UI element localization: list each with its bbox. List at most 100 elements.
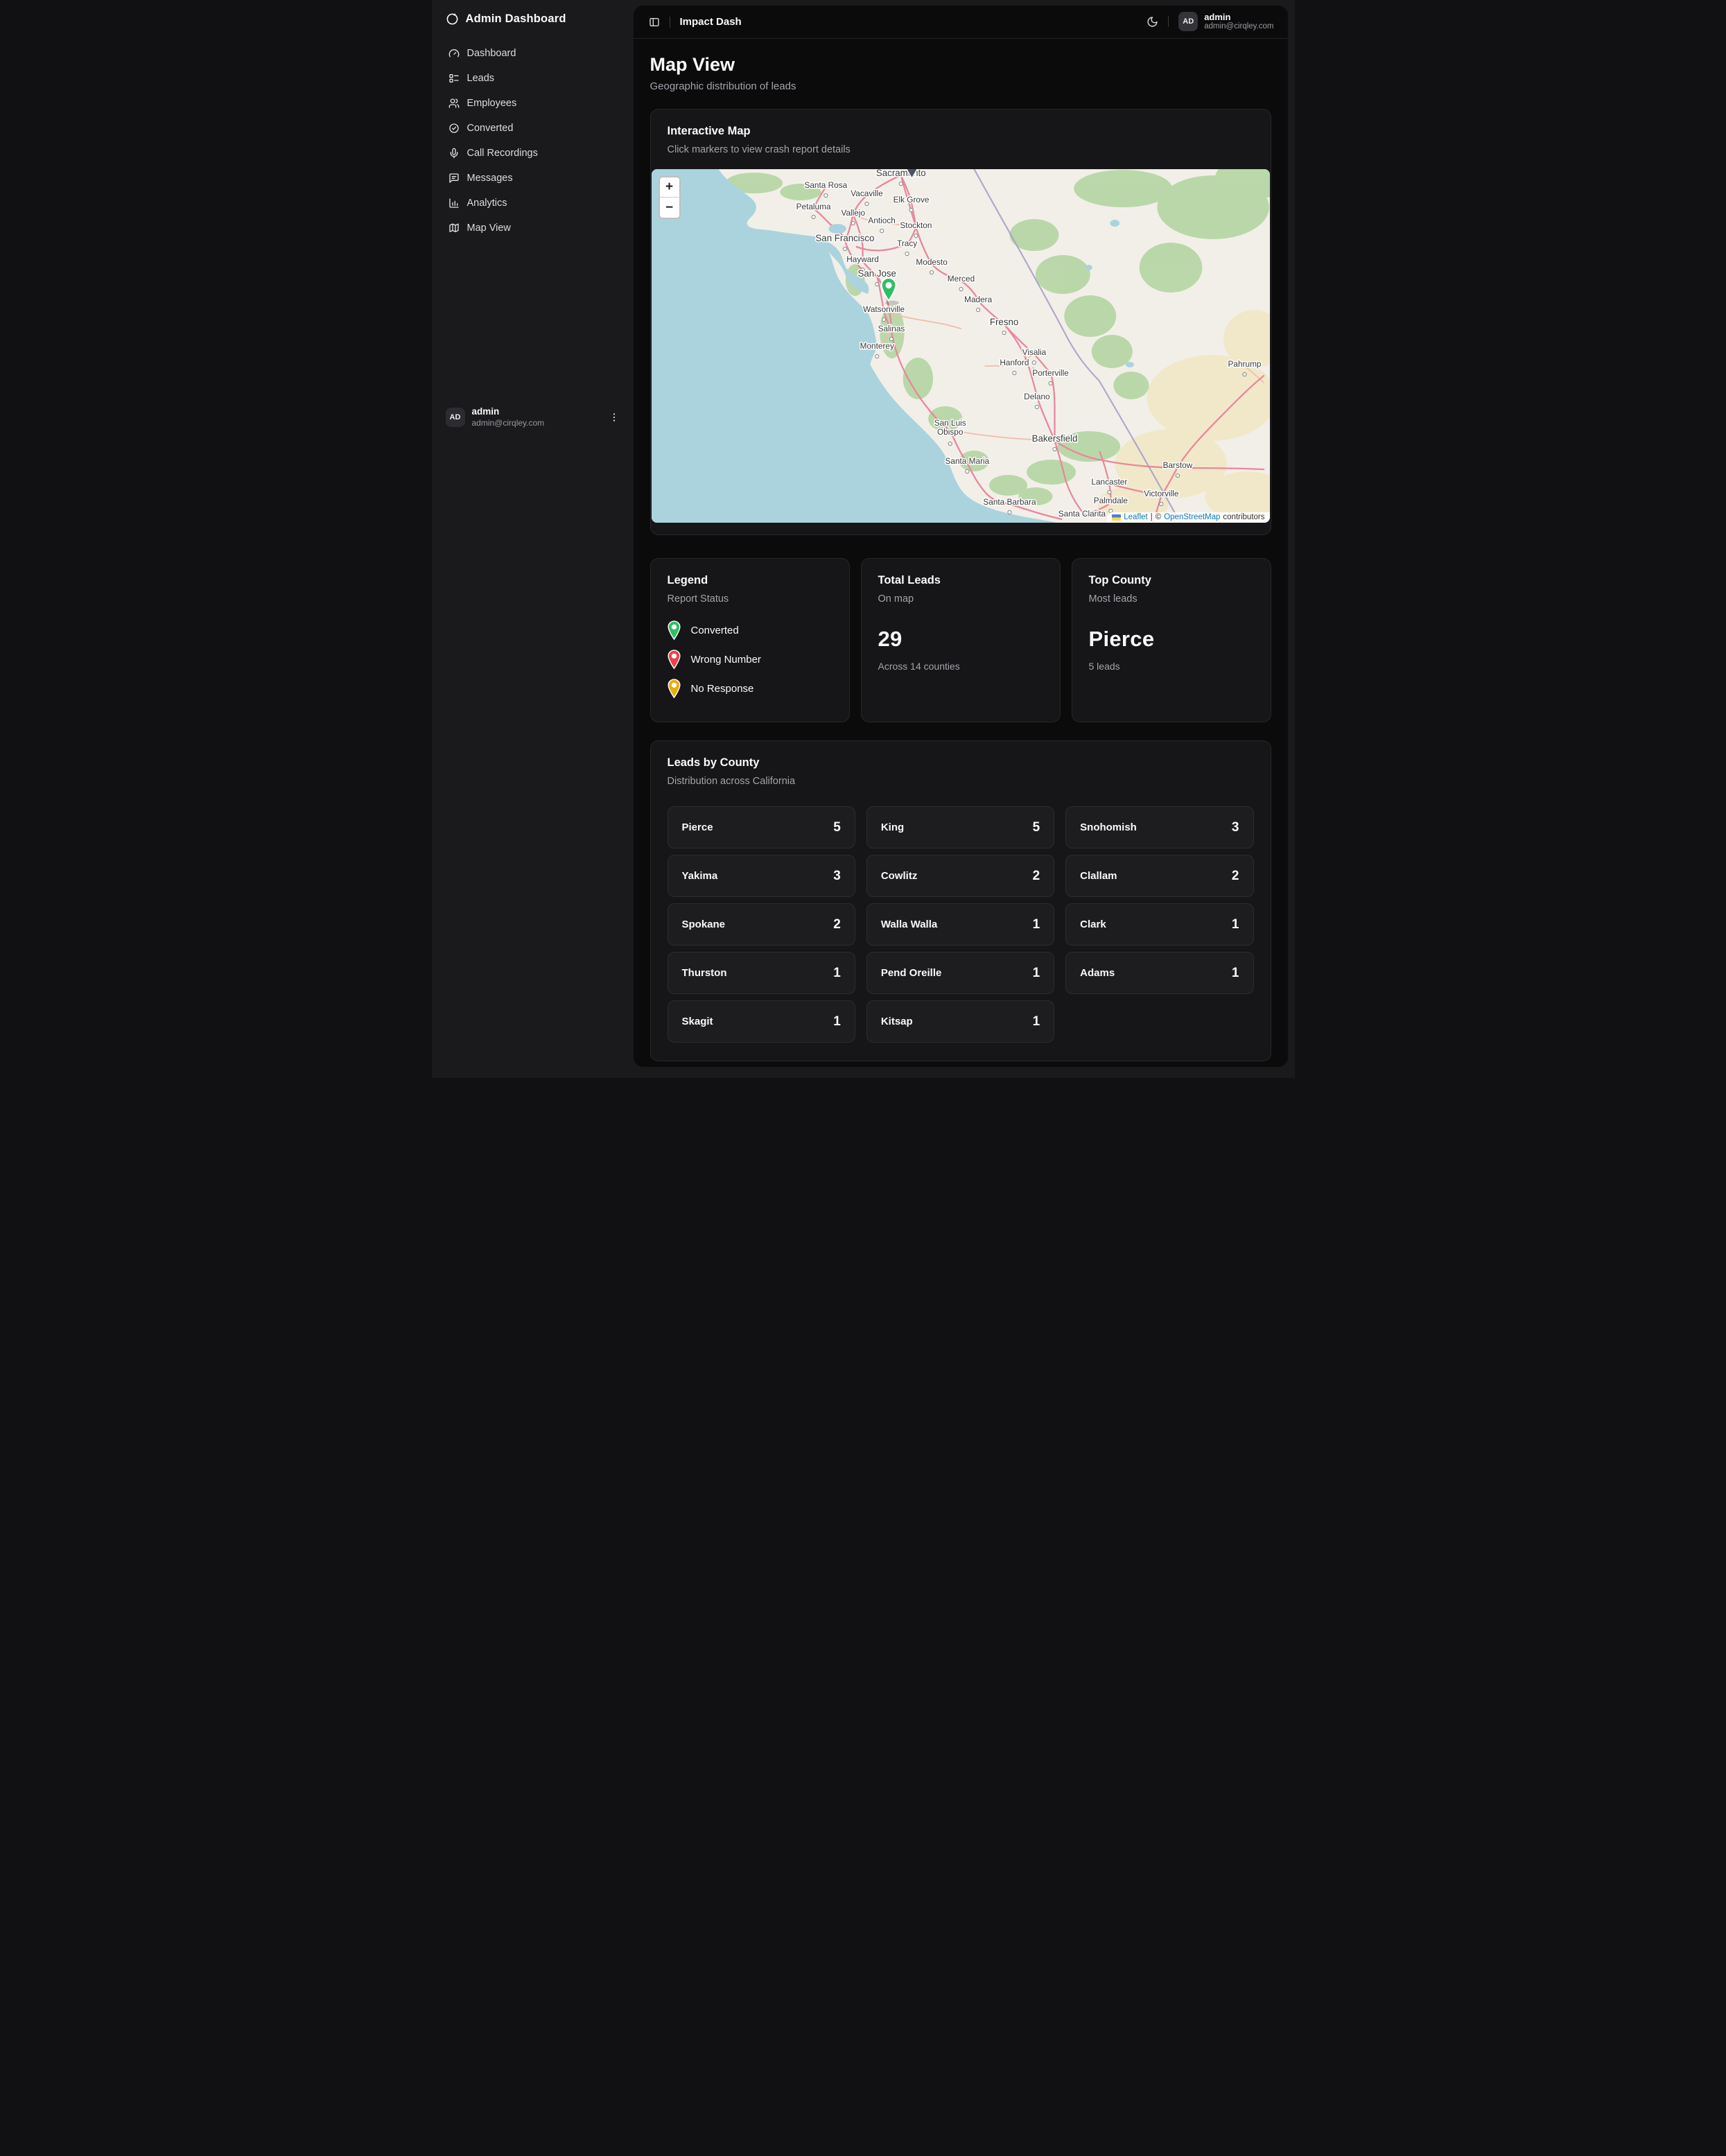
logo-icon [446,12,459,26]
total-leads-caption: Across 14 counties [878,661,1043,672]
county-name: Skagit [682,1016,713,1027]
zoom-in-button[interactable]: + [660,177,679,198]
user-name: admin [472,406,602,418]
county-name: Cowlitz [881,870,918,882]
sidebar-user-meta: admin admin@cirqley.com [472,406,602,428]
county-count: 3 [1232,820,1239,835]
legend-label: Converted [691,625,739,636]
sidebar-item-employees[interactable]: Employees [440,92,625,114]
topbar: Impact Dash AD admin admin@cirqley.com [634,6,1288,39]
sidebar-item-messages[interactable]: Messages [440,167,625,189]
app-title: Admin Dashboard [466,12,566,26]
panel-left-icon[interactable] [649,17,660,28]
map-attribution: Leaflet | © OpenStreetMap contributors [1107,512,1269,523]
county-count: 1 [1033,966,1040,981]
map-zoom-control: + − [659,176,681,219]
county-item: Pend Oreille 1 [866,952,1054,994]
bar-chart-icon [448,198,460,209]
leaflet-link[interactable]: Leaflet [1124,513,1148,521]
city-dot [930,270,933,274]
county-item: Snohomish3 [1065,806,1253,849]
attribution-separator: | [1151,513,1153,521]
header-user-chip[interactable]: AD admin admin@cirqley.com [1178,12,1273,32]
city-label: Hanford [1000,358,1029,367]
sidebar-item-leads[interactable]: Leads [440,67,625,89]
county-count: 2 [833,917,841,932]
sidebar-item-converted[interactable]: Converted [440,117,625,139]
avatar: AD [446,408,465,427]
county-count: 1 [1033,1014,1040,1029]
county-item: Walla Walla1 [866,903,1054,946]
sidebar-item-label: Map View [467,223,511,234]
city-dot [875,354,878,358]
city-label: Merced [947,274,974,284]
city-dot [909,208,912,211]
zoom-out-button[interactable]: − [660,198,679,218]
city-dot [1007,510,1011,514]
city-label: Santa Maria [945,456,989,466]
sidebar-item-analytics[interactable]: Analytics [440,192,625,214]
sidebar-item-label: Call Recordings [467,148,538,159]
county-count: 3 [833,869,841,884]
city-label: San Francisco [815,233,874,243]
sidebar-item-map-view[interactable]: Map View [440,217,625,239]
map-icon [448,223,460,234]
county-name: Yakima [682,870,718,882]
city-label: Petaluma [796,202,830,211]
sidebar-item-call-recordings[interactable]: Call Recordings [440,142,625,164]
total-leads-subtitle: On map [878,593,1043,605]
osm-link[interactable]: OpenStreetMap [1164,513,1220,521]
city-label: Santa Clarita [1058,509,1106,519]
legend-label: No Response [691,683,754,695]
city-label: Modesto [916,257,948,267]
message-icon [448,173,460,184]
county-item: Yakima 3 [668,855,855,897]
city-dot [965,469,968,473]
city-label: Vacaville [851,189,883,198]
city-label: Salinas [878,324,905,333]
gauge-icon [448,48,460,59]
top-county-subtitle: Most leads [1089,593,1254,605]
list-icon [448,73,460,84]
sidebar-item-dashboard[interactable]: Dashboard [440,42,625,64]
moon-icon[interactable] [1147,16,1158,28]
city-dot [948,442,952,445]
legend-card: Legend Report Status Converted Wrong Num… [650,558,850,722]
city-label: Pahrump [1228,359,1261,369]
county-name: Pend Oreille [881,967,942,979]
leads-by-county-card: Leads by County Distribution across Cali… [650,740,1271,1061]
city-label: Palmdale [1093,496,1128,505]
county-name: Clallam [1080,870,1117,882]
county-item: King5 [866,806,1054,849]
city-dot [1159,502,1162,505]
city-label: Santa Rosa [804,180,847,190]
legend-item-no-response: No Response [668,678,833,699]
city-label: Tracy [897,238,917,248]
legend-title: Legend [668,574,833,587]
sidebar-header: Admin Dashboard [432,0,634,33]
leaflet-map[interactable]: SacramentoSanta RosaVacavilleElk GrovePe… [652,169,1270,523]
page-title: Map View [650,54,1271,76]
city-dot [1032,360,1036,364]
kebab-menu-icon[interactable] [609,412,620,423]
mic-icon [448,148,460,159]
county-name: Spokane [682,919,726,930]
map-card-subtitle: Click markers to view crash report detai… [668,144,1254,155]
city-label: Elk Grove [893,195,929,205]
county-count: 1 [1232,966,1239,981]
sidebar-user-chip[interactable]: AD admin admin@cirqley.com [440,403,625,431]
county-item: Spokane 2 [668,903,855,946]
sidebar-item-label: Leads [467,73,495,84]
users-icon [448,98,460,109]
city-dot [1107,490,1110,494]
city-dot [1035,405,1038,408]
sidebar: Admin Dashboard Dashboard Leads Employee… [432,0,634,1078]
city-dot [851,221,855,225]
city-dot [812,215,815,218]
ukraine-flag-icon [1112,514,1121,521]
header-user-meta: admin admin@cirqley.com [1204,12,1273,32]
county-name: King [881,821,904,833]
main-panel: Impact Dash AD admin admin@cirqley.com M… [634,6,1288,1067]
county-item: Skagit1 [668,1000,855,1043]
county-item: Cowlitz2 [866,855,1054,897]
